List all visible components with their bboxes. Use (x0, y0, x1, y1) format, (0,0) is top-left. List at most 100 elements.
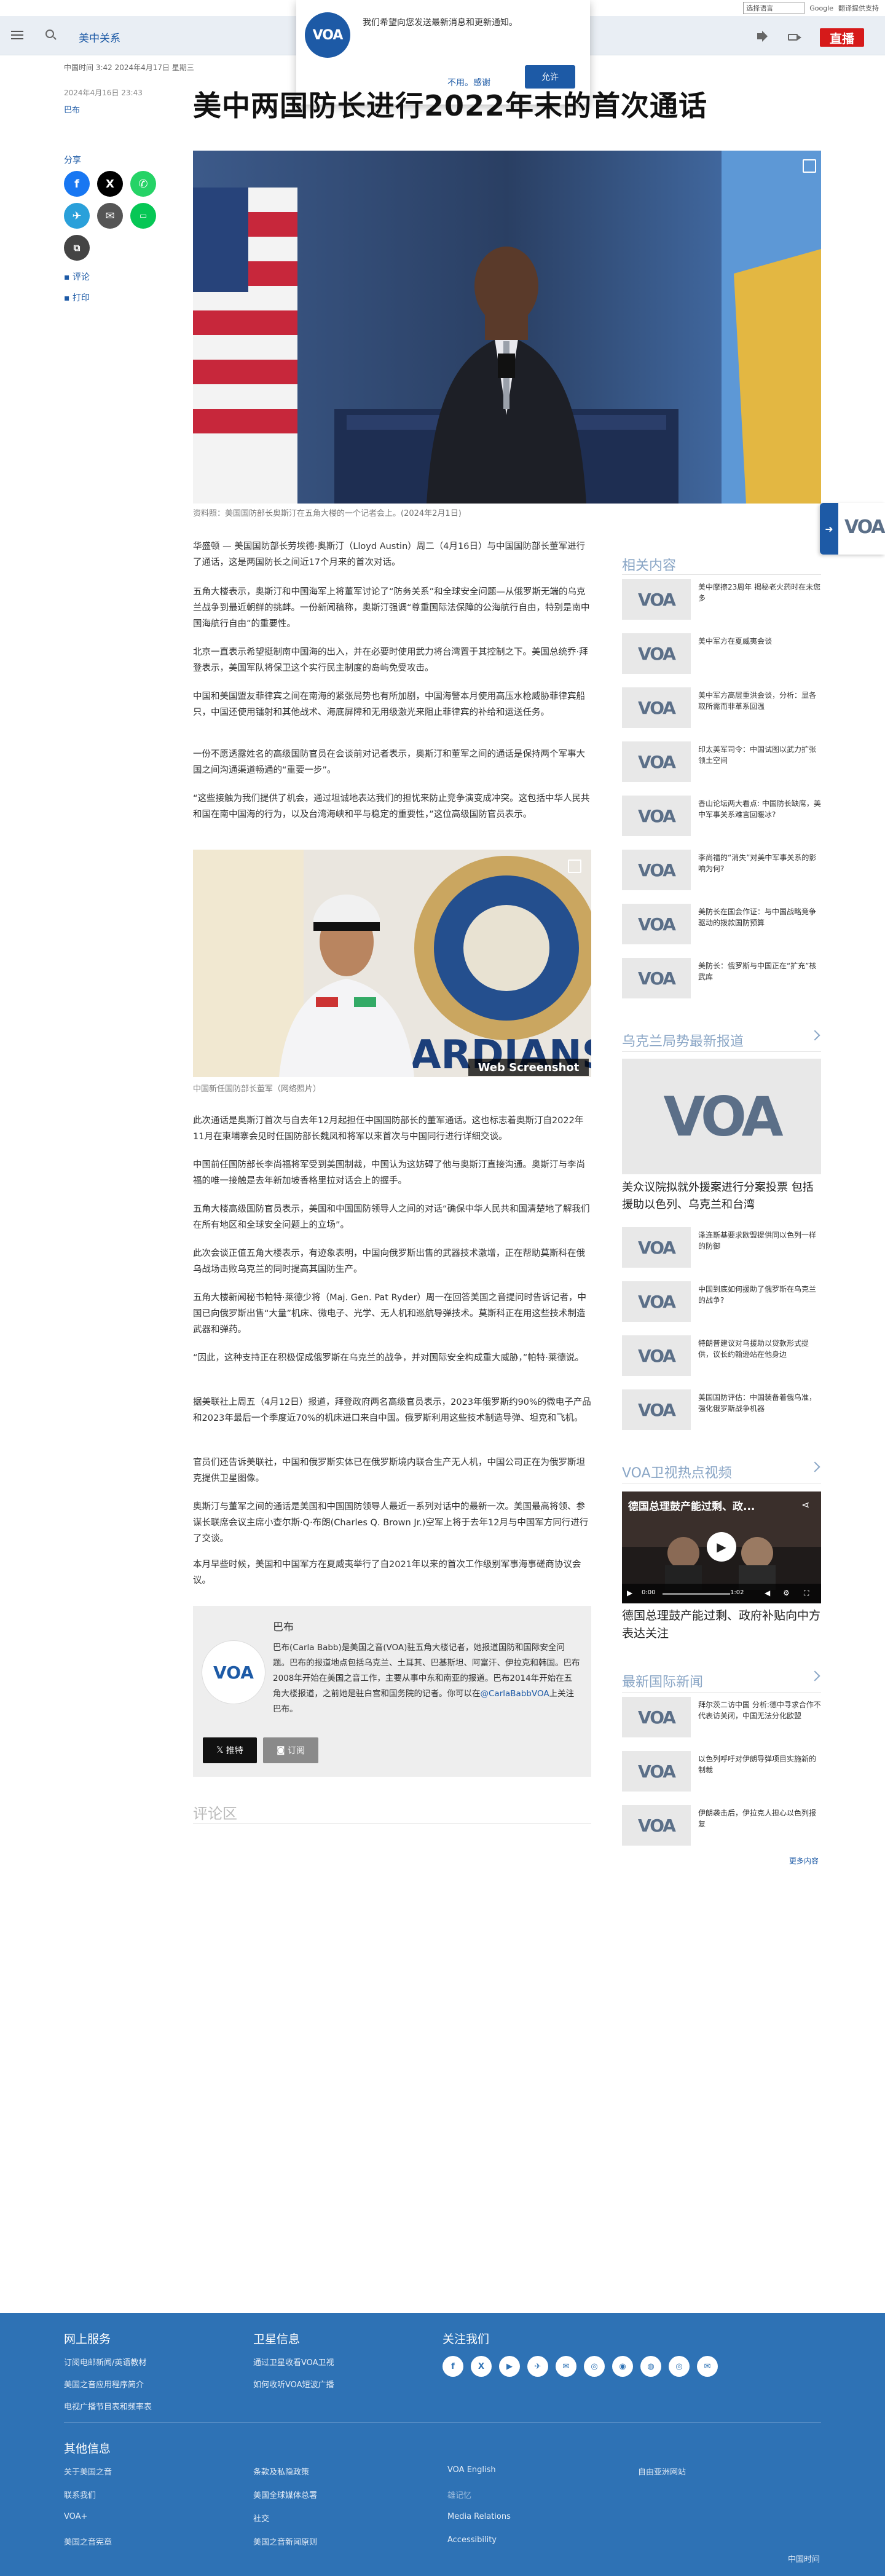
settings-icon[interactable]: ⚙ (783, 1589, 790, 1597)
whatsapp-icon[interactable]: ✆ (130, 171, 156, 197)
expand-icon[interactable] (568, 859, 581, 873)
related-item[interactable]: VOA 美中摩擦23周年 揭秘老火药时在未您多 (622, 579, 821, 623)
footer-link[interactable]: 如何收听VOA短波广播 (253, 2378, 334, 2390)
footer-link[interactable]: 通过卫星收看VOA卫视 (253, 2356, 334, 2368)
rss-icon[interactable]: ◍ (640, 2356, 661, 2377)
author-link[interactable]: 巴布 (64, 103, 80, 115)
facebook-icon[interactable]: f (442, 2356, 463, 2377)
volume-icon[interactable]: ◀ (765, 1589, 770, 1597)
follow-x-button[interactable]: 𝕏 推特 (203, 1737, 257, 1763)
play-icon[interactable]: ▶ (707, 1532, 736, 1562)
related-heading[interactable]: 相关内容 (622, 555, 676, 574)
intl-item[interactable]: VOA 拜尔茨二访中国 分析:德中寻求合作不代表访关闭，中国无法分化欧盟 (622, 1697, 821, 1741)
related-item[interactable]: VOA 李尚福的“消失”对美中军事关系的影响为何? (622, 850, 821, 894)
newsletter-icon[interactable]: ✉ (697, 2356, 718, 2377)
live-button[interactable]: 直播 (820, 28, 864, 47)
intl-item[interactable]: VOA 以色列呼吁对伊朗导弹项目实施新的制裁 (622, 1751, 821, 1795)
thumbnail: VOA (622, 1389, 691, 1430)
footer-link[interactable]: 联系我们 (64, 2489, 96, 2500)
arrow-right-icon: ➜ (820, 503, 838, 555)
footer-link[interactable]: 条款及私隐政策 (253, 2465, 309, 2477)
search-icon[interactable] (45, 30, 54, 38)
video-icon[interactable] (788, 34, 801, 41)
copy-link-icon[interactable]: ⧉ (64, 235, 90, 261)
more-link[interactable]: 更多内容 (789, 1855, 819, 1866)
language-select[interactable]: 选择语言 (743, 2, 805, 14)
intl-heading[interactable]: 最新国际新闻 (622, 1670, 820, 1691)
print-link[interactable]: ▪ 打印 (64, 291, 90, 304)
related-item[interactable]: VOA 美防长在国会作证：与中国战略竞争驱动的拨款国防预算 (622, 904, 821, 948)
intl-item[interactable]: VOA 伊朗袭击后，伊拉克人担心以色列报复 (622, 1805, 821, 1849)
expand-icon[interactable] (803, 159, 816, 173)
footer-link[interactable]: 订阅电邮新闻/英语教材 (64, 2356, 146, 2368)
thumbnail: VOA (622, 1751, 691, 1792)
ukraine-heading[interactable]: 乌克兰局势最新报道 (622, 1030, 820, 1050)
x-icon[interactable]: X (471, 2356, 492, 2377)
article-paragraph: 奥斯汀与董军之间的通话是美国和中国国防领导人最近一系列对话中的最新一次。美国最高… (193, 1502, 589, 1544)
share-icon[interactable]: ⋖ (801, 1499, 809, 1511)
ukraine-item[interactable]: VOA 泽连斯基要求欧盟提供同以色列一样的防御 (622, 1227, 821, 1271)
footer-link[interactable]: 美国之音新闻原则 (253, 2535, 317, 2547)
chevron-right-icon (809, 1030, 820, 1041)
threads-icon[interactable]: ◎ (669, 2356, 690, 2377)
video-title[interactable]: 德国总理鼓产能过剩、政府补贴向中方表达关注 (622, 1607, 821, 1643)
notification-text: 我们希望向您发送最新消息和更新通知。 (363, 18, 517, 28)
thumbnail: VOA (622, 904, 691, 944)
footer-link[interactable]: VOA+ (64, 2512, 87, 2521)
current-date: 中国时间 3:42 2024年4月17日 星期三 (64, 63, 194, 72)
ukraine-hero-thumbnail[interactable]: VOA (622, 1059, 821, 1174)
ukraine-item[interactable]: VOA 美国国防评估：中国装备着俄乌准，强化俄罗斯战争机器 (622, 1389, 821, 1434)
footer-link[interactable]: Accessibility (447, 2535, 497, 2545)
footer-link[interactable]: 关于美国之音 (64, 2465, 112, 2477)
footer-link[interactable]: 自由亚洲网站 (638, 2465, 686, 2477)
audio-icon[interactable] (757, 31, 768, 42)
podcast-icon[interactable]: ◉ (612, 2356, 633, 2377)
video-duration: 1:02 (730, 1589, 744, 1596)
live-side-tab[interactable]: ➜ VOA (820, 503, 885, 555)
related-item[interactable]: VOA 美防长：俄罗斯与中国正在“扩充”核武库 (622, 958, 821, 1002)
footer-link[interactable]: 雄记忆 (447, 2489, 471, 2500)
telegram-icon[interactable]: ✈ (64, 203, 90, 229)
footer-link[interactable]: 美国之音应用程序简介 (64, 2378, 144, 2390)
ukraine-item[interactable]: VOA 特朗普建议对乌援助以贷款形式提供，议长约翰逊站在他身边 (622, 1335, 821, 1380)
comment-link[interactable]: ▪ 评论 (64, 271, 90, 283)
related-item[interactable]: VOA 美中军方在夏威夷会谈 (622, 633, 821, 678)
tv-heading[interactable]: VOA卫视热点视频 (622, 1461, 820, 1482)
footer-link[interactable]: Media Relations (447, 2512, 511, 2521)
footer-link[interactable]: 美国之音宪章 (64, 2535, 112, 2547)
footer-link[interactable]: VOA English (447, 2465, 496, 2475)
telegram-icon[interactable]: ✈ (527, 2356, 548, 2377)
hero-caption: 资料照：美国国防部长奥斯汀在五角大楼的一个记者会上。(2024年2月1日) (193, 509, 462, 518)
related-item[interactable]: VOA 印太美军司令：中国试图以武力扩张领土空间 (622, 741, 821, 786)
email-icon[interactable]: ✉ (556, 2356, 576, 2377)
youtube-icon[interactable]: ▶ (499, 2356, 520, 2377)
video-progress[interactable] (663, 1593, 730, 1595)
fullscreen-icon[interactable]: ⛶ (804, 1589, 809, 1598)
ukraine-hero-title[interactable]: 美众议院拟就外援案进行分案投票 包括援助以色列、乌克兰和台湾 (622, 1179, 821, 1214)
author-twitter-link[interactable]: @CarlaBabbVOA (481, 1689, 549, 1699)
author-box: 巴布 VOA 巴布(Carla Babb)是美国之音(VOA)驻五角大楼记者，她… (193, 1606, 591, 1777)
play-control-icon[interactable]: ▶ (627, 1589, 632, 1597)
section-link[interactable]: 美中关系 (79, 30, 120, 45)
divider (622, 1051, 821, 1052)
line-icon[interactable]: ▭ (130, 203, 156, 229)
footer-link[interactable]: 电视广播节目表和频率表 (64, 2400, 152, 2412)
instagram-icon[interactable]: ◎ (584, 2356, 605, 2377)
video-player[interactable]: 德国总理鼓产能过剩、政... ⋖ ▶ ▶ 0:00 1:02 ◀ ⚙ ⛶ (622, 1491, 821, 1603)
intl-title: 最新国际新闻 (622, 1675, 704, 1690)
email-icon[interactable]: ✉ (97, 203, 123, 229)
menu-icon[interactable] (11, 31, 23, 39)
footer-follow-title: 关注我们 (442, 2333, 490, 2346)
related-item[interactable]: VOA 香山论坛两大看点: 中国防长缺席，美中军事关系难言回暖冰? (622, 796, 821, 840)
footer-link[interactable]: 社交 (253, 2512, 269, 2524)
intl-item-title: 以色列呼吁对伊朗导弹项目实施新的制裁 (698, 1755, 817, 1774)
ukraine-item[interactable]: VOA 中国到底如何援助了俄罗斯在乌克兰的战争? (622, 1281, 821, 1326)
related-item[interactable]: VOA 美中军方高层重洪会谈，分析：显各取所需而非革系回温 (622, 687, 821, 732)
x-icon[interactable]: X (97, 171, 123, 197)
thumbnail: VOA (622, 633, 691, 674)
rss-subscribe-button[interactable]: ◙ 订阅 (263, 1737, 318, 1763)
facebook-icon[interactable]: f (64, 171, 90, 197)
inline-photo: JARDIANS Web Screenshot (193, 850, 591, 1077)
translate-powered: 翻译提供支持 (838, 4, 879, 12)
footer-link[interactable]: 美国全球媒体总署 (253, 2489, 317, 2500)
